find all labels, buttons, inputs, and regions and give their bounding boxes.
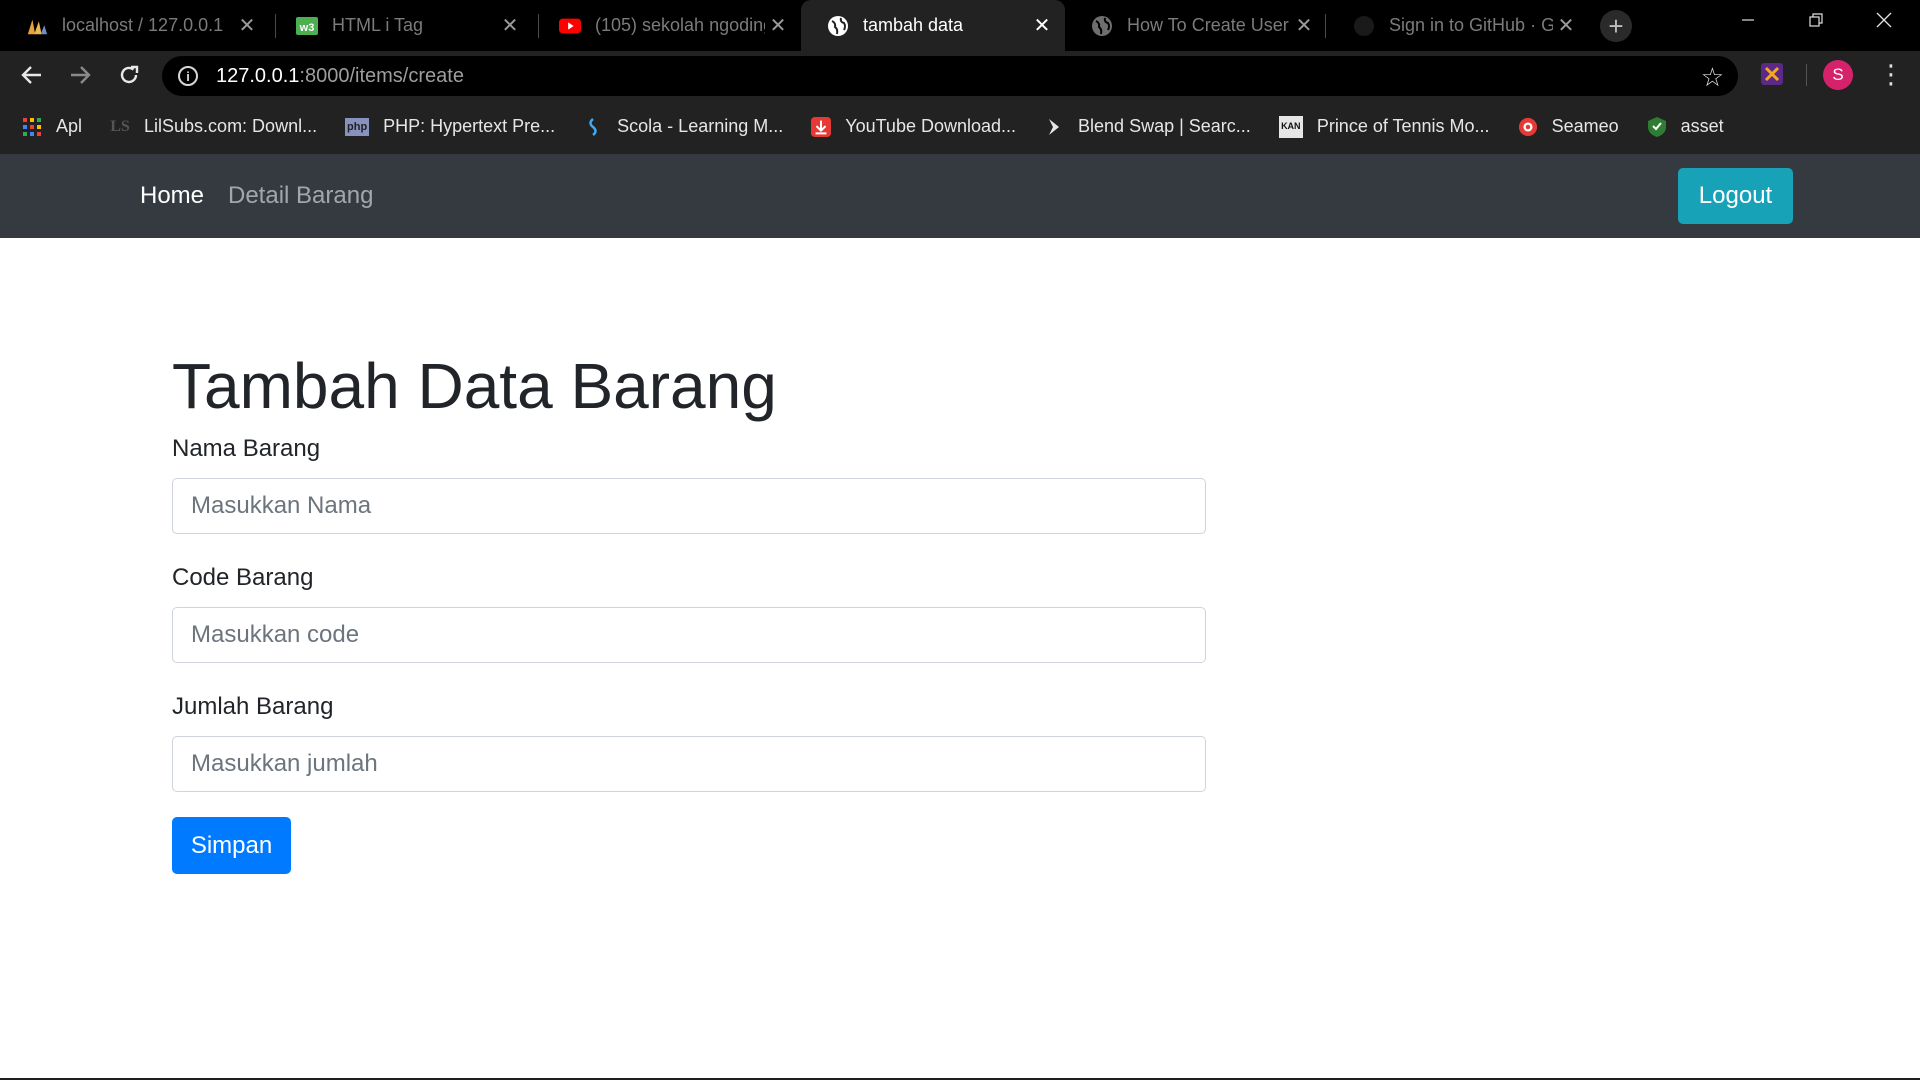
youtube-icon xyxy=(559,15,581,37)
back-button[interactable] xyxy=(14,57,50,93)
bookmark-item[interactable]: php PHP: Hypertext Pre... xyxy=(345,116,555,137)
bookmark-item[interactable]: LS LilSubs.com: Downl... xyxy=(110,116,317,137)
close-icon[interactable]: ✕ xyxy=(234,13,260,38)
bookmark-star-icon[interactable]: ☆ xyxy=(1701,62,1724,93)
bookmark-label: PHP: Hypertext Pre... xyxy=(383,116,556,136)
close-icon[interactable]: ✕ xyxy=(1553,13,1579,38)
close-icon xyxy=(1876,12,1892,28)
address-bar[interactable]: i 127.0.0.1:8000/items/create ☆ xyxy=(162,56,1738,96)
bookmark-item[interactable]: Blend Swap | Searc... xyxy=(1044,116,1251,137)
nama-barang-input[interactable] xyxy=(172,478,1206,534)
browser-tab[interactable]: Sign in to GitHub · GitHub ✕ xyxy=(1327,0,1589,51)
bookmark-item[interactable]: Scola - Learning M... xyxy=(583,116,783,137)
bookmark-label: Blend Swap | Searc... xyxy=(1078,116,1251,136)
php-icon: php xyxy=(345,117,370,136)
browser-tab[interactable]: w3 HTML i Tag ✕ xyxy=(270,0,533,51)
nav-link-home[interactable]: Home xyxy=(140,182,204,210)
seameo-icon xyxy=(1518,117,1538,137)
bookmark-label: Prince of Tennis Mo... xyxy=(1316,116,1490,136)
browser-tab-active[interactable]: tambah data ✕ xyxy=(801,0,1065,51)
tab-title: Sign in to GitHub · GitHub xyxy=(1389,15,1553,35)
browser-toolbar: i 127.0.0.1:8000/items/create ☆ S ⋮ xyxy=(0,51,1920,99)
tab-title: (105) sekolah ngoding xyxy=(595,15,765,35)
reload-icon xyxy=(120,65,139,84)
close-icon[interactable]: ✕ xyxy=(1029,13,1055,38)
bookmark-item[interactable]: Seameo xyxy=(1518,116,1619,137)
tab-title: tambah data xyxy=(863,15,964,35)
code-barang-label: Code Barang xyxy=(172,564,314,591)
bookmark-label: YouTube Download... xyxy=(845,116,1017,136)
tab-title: HTML i Tag xyxy=(332,15,424,35)
browser-tab[interactable]: (105) sekolah ngoding ✕ xyxy=(533,0,801,51)
reload-button[interactable] xyxy=(111,57,147,93)
bookmark-label: Seameo xyxy=(1551,116,1619,136)
page-title: Tambah Data Barang xyxy=(172,350,777,422)
restore-button[interactable] xyxy=(1782,0,1850,40)
bookmark-item[interactable]: KAN Prince of Tennis Mo... xyxy=(1278,115,1490,138)
simpan-button[interactable]: Simpan xyxy=(172,817,291,874)
minimize-icon xyxy=(1742,19,1754,21)
github-icon xyxy=(1353,15,1375,37)
bookmark-item[interactable]: asset xyxy=(1647,116,1724,137)
bookmark-label: Scola - Learning M... xyxy=(617,116,784,136)
tab-title: localhost / 127.0.0.1 xyxy=(62,15,224,35)
minimize-button[interactable] xyxy=(1714,0,1782,40)
bookmark-label: asset xyxy=(1680,116,1724,136)
arrow-right-icon xyxy=(71,66,91,84)
globe-icon xyxy=(827,15,849,37)
blendswap-icon xyxy=(1044,117,1064,137)
kanal-icon: KAN xyxy=(1278,115,1303,138)
bookmarks-bar: Apl LS LilSubs.com: Downl... php PHP: Hy… xyxy=(0,99,1920,154)
bookmark-item[interactable]: YouTube Download... xyxy=(811,116,1016,137)
bookmark-label: Apl xyxy=(56,116,83,136)
bookmark-label: LilSubs.com: Downl... xyxy=(144,116,318,136)
url-text: 127.0.0.1:8000/items/create xyxy=(216,64,464,87)
shield-icon xyxy=(1647,116,1667,137)
bookmark-item[interactable]: Apl xyxy=(22,116,82,137)
logout-button[interactable]: Logout xyxy=(1678,168,1793,224)
browser-tab[interactable]: localhost / 127.0.0.1 ✕ xyxy=(0,0,270,51)
download-icon xyxy=(811,116,832,137)
info-icon[interactable]: i xyxy=(178,66,198,86)
nama-barang-label: Nama Barang xyxy=(172,435,321,462)
more-menu-icon[interactable]: ⋮ xyxy=(1878,57,1904,91)
browser-tab[interactable]: How To Create User ✕ xyxy=(1065,0,1327,51)
close-icon[interactable]: ✕ xyxy=(765,13,791,38)
tab-title: How To Create User xyxy=(1127,15,1289,35)
close-icon[interactable]: ✕ xyxy=(1291,13,1317,38)
site-navbar: Home Detail Barang Logout xyxy=(0,154,1920,238)
apps-grid-icon xyxy=(22,117,42,137)
w3schools-icon: w3 xyxy=(296,15,318,37)
arrow-left-icon xyxy=(21,66,41,84)
toolbar-divider xyxy=(1806,64,1807,86)
extension-icon[interactable] xyxy=(1761,63,1783,85)
lilsubs-icon: LS xyxy=(110,117,130,135)
new-tab-button[interactable]: + xyxy=(1600,10,1632,42)
code-barang-input[interactable] xyxy=(172,607,1206,663)
phpmyadmin-icon xyxy=(26,15,48,37)
svg-text:w3: w3 xyxy=(299,22,315,34)
nav-link-detail-barang[interactable]: Detail Barang xyxy=(228,182,373,210)
jumlah-barang-input[interactable] xyxy=(172,736,1206,792)
jumlah-barang-label: Jumlah Barang xyxy=(172,693,334,720)
forward-button[interactable] xyxy=(62,57,98,93)
scola-icon xyxy=(583,117,603,137)
close-icon[interactable]: ✕ xyxy=(497,13,523,38)
window-close-button[interactable] xyxy=(1850,0,1918,40)
restore-icon xyxy=(1809,13,1823,27)
browser-tab-strip: localhost / 127.0.0.1 ✕ w3 HTML i Tag ✕ … xyxy=(0,0,1920,51)
tab-separator xyxy=(1325,14,1326,38)
profile-avatar[interactable]: S xyxy=(1823,60,1853,90)
globe-icon xyxy=(1091,15,1113,37)
